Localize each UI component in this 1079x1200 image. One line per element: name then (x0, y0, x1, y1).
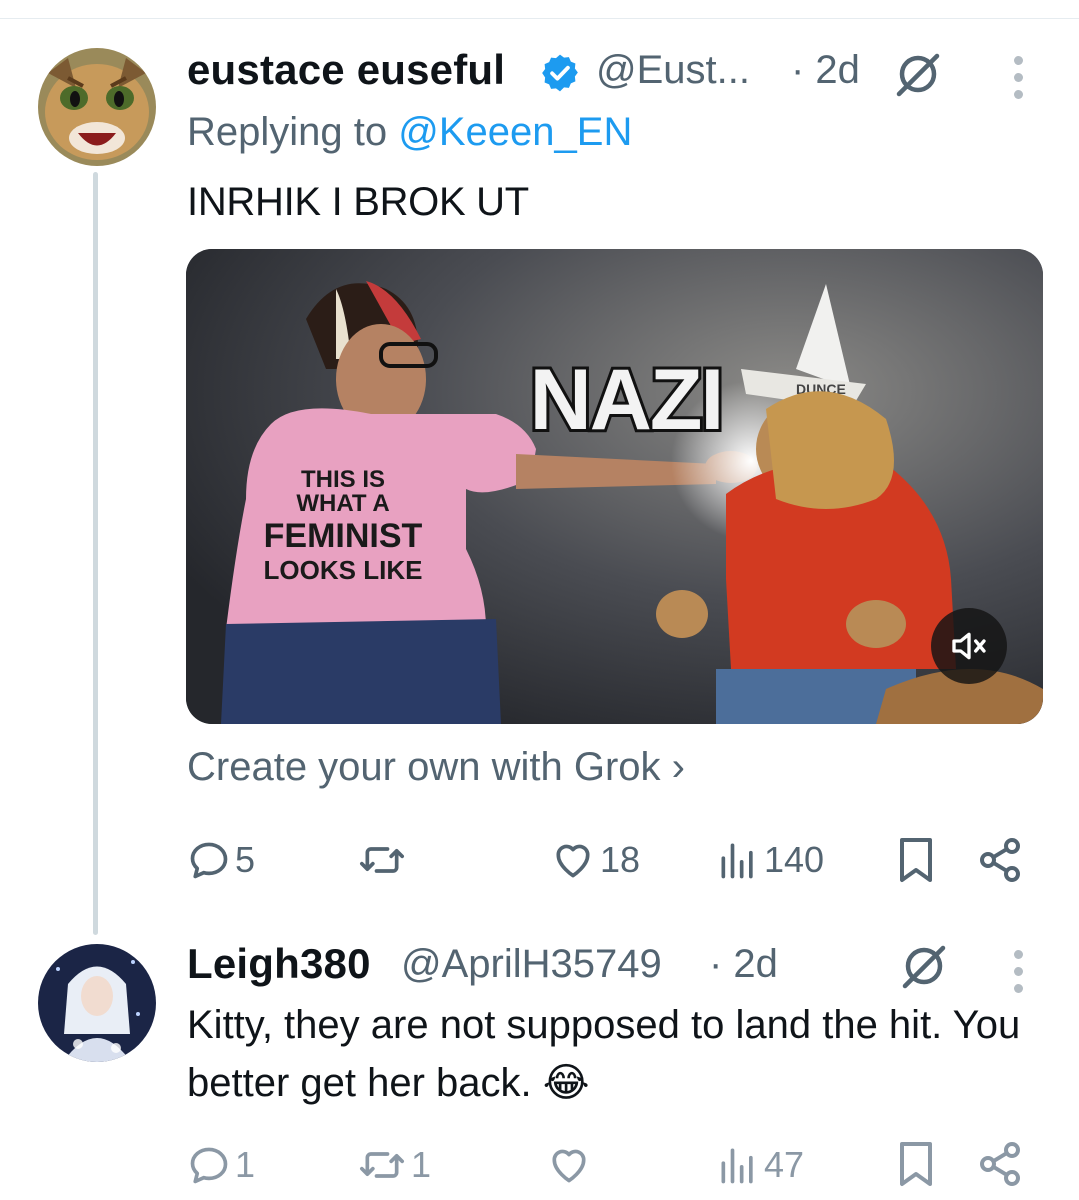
more-icon[interactable] (1014, 950, 1024, 1001)
bookmark-icon[interactable] (896, 1140, 936, 1193)
repost-button[interactable]: 1 (357, 1143, 431, 1187)
avatar[interactable] (38, 48, 156, 166)
repost-icon (360, 1152, 404, 1178)
replying-handle-link[interactable]: @Keeen_EN (398, 110, 632, 154)
handle[interactable]: @AprilH35749 (401, 942, 662, 987)
handle[interactable]: @Eust... (596, 48, 750, 93)
like-icon (556, 844, 590, 878)
shirt-line3: FEMINIST (264, 517, 423, 555)
shirt-line1: THIS IS (301, 466, 385, 493)
repost-icon (360, 847, 404, 873)
verified-badge-icon (539, 52, 581, 99)
like-button[interactable] (546, 1143, 596, 1187)
like-count: 18 (600, 839, 641, 880)
views-button[interactable]: 47 (716, 1143, 804, 1187)
repost-count: 1 (411, 1144, 432, 1185)
display-name[interactable]: eustace euseful (187, 46, 505, 94)
share-icon[interactable] (976, 836, 1024, 889)
bookmark-icon[interactable] (896, 836, 936, 889)
tweet-text: INRHIK I BROK UT (187, 180, 529, 224)
thread-line (93, 172, 98, 935)
reply-button[interactable]: 5 (187, 838, 255, 882)
shirt-line4: LOOKS LIKE (264, 555, 423, 585)
display-name[interactable]: Leigh380 (187, 940, 371, 988)
reply-count: 5 (235, 839, 256, 880)
like-icon (552, 1149, 586, 1183)
top-divider (0, 18, 1079, 19)
views-icon (721, 843, 753, 879)
replying-to: Replying to @Keeen_EN (187, 110, 632, 155)
replying-prefix: Replying to (187, 110, 388, 154)
repost-button[interactable] (357, 838, 411, 882)
reply-count: 1 (235, 1144, 256, 1185)
avatar[interactable] (38, 944, 156, 1062)
share-icon[interactable] (976, 1140, 1024, 1193)
tweet-media[interactable]: THIS IS WHAT A FEMINIST LOOKS LIKE DUNCE… (186, 249, 1043, 724)
reply-icon (190, 842, 228, 879)
overlay-word: NAZI (530, 352, 723, 448)
grok-link[interactable]: Create your own with Grok › (187, 745, 685, 790)
grok-icon[interactable] (898, 940, 950, 997)
views-icon (721, 1148, 753, 1184)
view-count: 140 (764, 839, 825, 880)
views-button[interactable]: 140 (716, 838, 824, 882)
reply-icon (190, 1147, 228, 1184)
view-count: 47 (764, 1144, 805, 1185)
reply-button[interactable]: 1 (187, 1143, 255, 1187)
mute-icon (952, 632, 986, 660)
tweet-text: Kitty, they are not supposed to land the… (187, 1003, 1021, 1105)
mute-button[interactable] (931, 608, 1007, 684)
more-icon[interactable] (1014, 56, 1024, 107)
media-illustration: THIS IS WHAT A FEMINIST LOOKS LIKE DUNCE… (186, 249, 1043, 724)
timestamp[interactable]: · 2d (791, 48, 860, 93)
timestamp[interactable]: · 2d (709, 942, 778, 987)
grok-icon[interactable] (892, 48, 944, 105)
like-button[interactable]: 18 (550, 838, 640, 882)
shirt-line2: WHAT A (296, 490, 389, 517)
